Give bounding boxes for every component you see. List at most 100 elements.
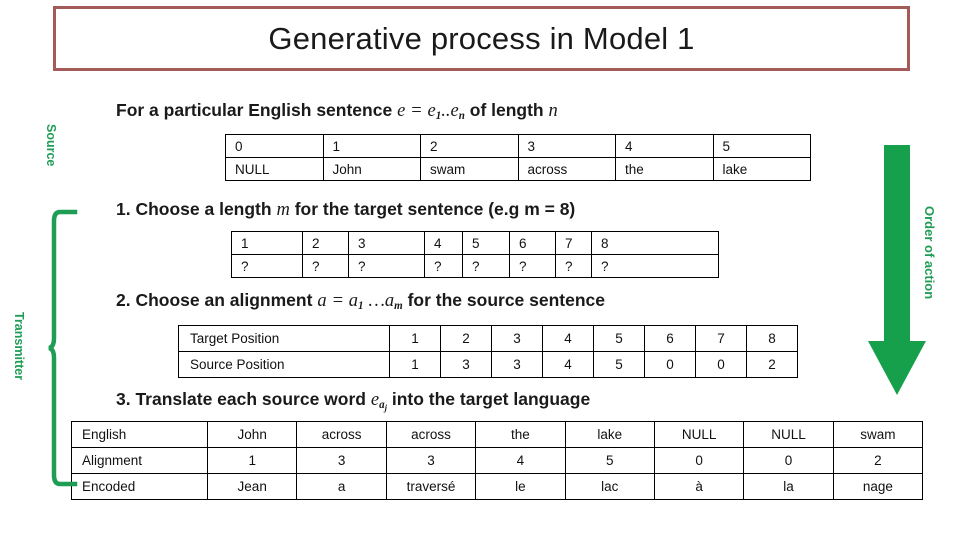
step2-suffix: for the source sentence: [407, 290, 606, 310]
step2-ellipsis: …: [368, 291, 385, 311]
alignment-cell: 0: [743, 447, 834, 474]
target-value-cell: ?: [302, 254, 349, 278]
source-position-cell: 1: [389, 351, 441, 378]
source-sentence-table: 0 1 2 3 4 5 NULL John swam across the la…: [225, 134, 811, 181]
target-index-cell: 6: [509, 231, 556, 255]
target-value-cell: ?: [348, 254, 425, 278]
intro-equals: =: [410, 101, 423, 121]
intro-ellipsis: ..: [441, 101, 451, 121]
alignment-cell: 2: [832, 447, 924, 474]
encoded-cell: a: [296, 473, 387, 500]
alignment-cell: 4: [475, 447, 566, 474]
step1-variable-m: m: [276, 200, 290, 220]
translation-row-label: Alignment: [71, 447, 208, 474]
table-row: 1 2 3 4 5 6 7 8: [231, 231, 719, 255]
step3-suffix: into the target language: [391, 389, 591, 409]
alignment-cell: 3: [296, 447, 387, 474]
source-position-cell: 2: [746, 351, 798, 378]
table-row: English John across across the lake NULL…: [71, 421, 924, 448]
step2-equals: =: [331, 291, 344, 311]
table-row: Encoded Jean a traversé le lac à la nage: [71, 473, 924, 500]
target-value-cell: ?: [231, 254, 303, 278]
target-index-cell: 8: [591, 231, 719, 255]
source-position-cell: 0: [695, 351, 747, 378]
target-position-cell: 7: [695, 325, 747, 352]
encoded-cell: nage: [832, 473, 924, 500]
source-index-cell: 5: [712, 134, 811, 158]
english-cell: across: [296, 421, 387, 448]
step2-alignment-first-sub: 1: [358, 300, 364, 313]
alignment-cell: 3: [385, 447, 477, 474]
source-position-cell: 3: [491, 351, 543, 378]
step1-statement: 1. Choose a length m for the target sent…: [116, 199, 575, 221]
transmitter-brace-icon: [48, 209, 78, 487]
english-cell: the: [475, 421, 566, 448]
target-position-cell: 2: [440, 325, 492, 352]
target-value-cell: ?: [591, 254, 719, 278]
source-side-label: Source: [44, 124, 58, 167]
target-position-cell: 3: [491, 325, 543, 352]
intro-variable-n: n: [548, 101, 558, 121]
page-title: Generative process in Model 1: [268, 20, 695, 56]
intro-sequence-last: e: [450, 101, 459, 121]
slide-title-box: Generative process in Model 1: [53, 6, 910, 71]
english-cell: swam: [832, 421, 924, 448]
table-row: Source Position 1 3 3 4 5 0 0 2: [178, 351, 798, 378]
target-index-cell: 5: [462, 231, 510, 255]
source-position-cell: 5: [593, 351, 645, 378]
alignment-row-label: Source Position: [178, 351, 390, 378]
table-row: Target Position 1 2 3 4 5 6 7 8: [178, 325, 798, 352]
source-index-cell: 1: [322, 134, 421, 158]
english-cell: John: [206, 421, 298, 448]
step3-prefix: 3. Translate each source word: [116, 389, 366, 409]
target-position-cell: 6: [644, 325, 696, 352]
source-position-cell: 3: [440, 351, 492, 378]
target-position-cell: 1: [389, 325, 441, 352]
encoded-cell: à: [653, 473, 745, 500]
step2-alignment-first: a: [348, 291, 359, 311]
encoded-cell: Jean: [206, 473, 298, 500]
source-position-cell: 4: [542, 351, 594, 378]
target-value-cell: ?: [462, 254, 510, 278]
step1-prefix: 1. Choose a length: [116, 199, 272, 219]
step2-alignment-last-sub: m: [394, 300, 403, 313]
table-row: Alignment 1 3 3 4 5 0 0 2: [71, 447, 924, 474]
target-index-cell: 3: [348, 231, 425, 255]
step3-sub-j: j: [384, 402, 387, 413]
translation-row-label: English: [71, 421, 208, 448]
target-position-cell: 4: [542, 325, 594, 352]
english-cell: NULL: [743, 421, 834, 448]
source-word-cell: NULL: [225, 157, 324, 181]
translation-row-label: Encoded: [71, 473, 208, 500]
encoded-cell: le: [475, 473, 566, 500]
step3-statement: 3. Translate each source word eaj into t…: [116, 389, 590, 412]
target-position-cell: 8: [746, 325, 798, 352]
target-value-cell: ?: [424, 254, 463, 278]
intro-suffix: of length: [469, 100, 544, 120]
encoded-cell: lac: [564, 473, 655, 500]
step3-sub-a: aj: [379, 399, 387, 413]
english-cell: NULL: [653, 421, 745, 448]
step1-suffix: for the target sentence (e.g m = 8): [294, 199, 576, 219]
target-index-cell: 7: [555, 231, 592, 255]
step2-statement: 2. Choose an alignment a = a1 …am for th…: [116, 290, 605, 312]
source-index-cell: 4: [615, 134, 714, 158]
english-cell: across: [385, 421, 477, 448]
target-index-cell: 2: [302, 231, 349, 255]
intro-prefix: For a particular English sentence: [116, 100, 393, 120]
alignment-cell: 5: [564, 447, 655, 474]
order-of-action-arrow-icon: [868, 145, 926, 395]
alignment-cell: 0: [653, 447, 745, 474]
english-cell: lake: [564, 421, 655, 448]
source-word-cell: John: [322, 157, 421, 181]
table-row: NULL John swam across the lake: [225, 157, 811, 181]
intro-statement: For a particular English sentence e = e1…: [116, 100, 558, 122]
source-word-cell: lake: [712, 157, 811, 181]
target-index-cell: 1: [231, 231, 303, 255]
source-position-cell: 0: [644, 351, 696, 378]
source-index-cell: 0: [225, 134, 324, 158]
step2-prefix: 2. Choose an alignment: [116, 290, 313, 310]
source-word-cell: the: [615, 157, 714, 181]
source-word-cell: swam: [420, 157, 519, 181]
target-position-cell: 5: [593, 325, 645, 352]
